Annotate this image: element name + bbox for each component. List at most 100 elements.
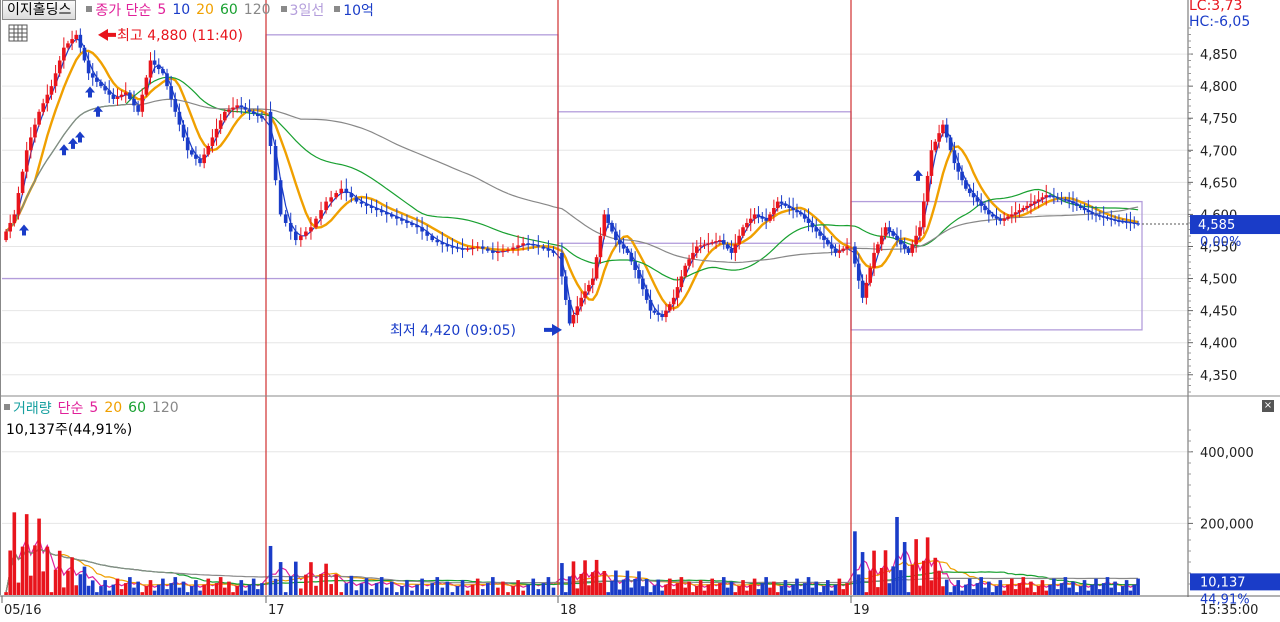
volume-bar	[783, 580, 788, 595]
signal-arrow-icon	[75, 131, 85, 143]
volume-bar	[156, 584, 161, 595]
candle-body	[598, 235, 603, 258]
volume-title[interactable]: 거래량	[13, 398, 52, 418]
volume-bar	[887, 583, 892, 595]
candle-body	[621, 244, 626, 249]
volume-bar	[227, 581, 231, 595]
candle-body	[148, 60, 153, 78]
volume-bar	[161, 578, 165, 595]
volume-bar	[891, 566, 895, 595]
vol-ma-60-label[interactable]: 60	[128, 400, 146, 416]
volume-bar	[177, 587, 182, 595]
candle-body	[334, 193, 339, 198]
volume-bar	[902, 542, 907, 595]
volume-bar	[895, 516, 899, 595]
close-panel-icon[interactable]: ×	[1262, 400, 1274, 412]
volume-bar	[641, 586, 645, 595]
volume-bar	[1021, 577, 1026, 595]
volume-bar	[1052, 578, 1056, 595]
price-tick-label: 4,450	[1200, 305, 1237, 320]
volume-bar	[128, 577, 132, 595]
volume-bar	[1025, 587, 1029, 595]
volume-bar	[268, 545, 273, 595]
volume-bar	[694, 586, 699, 595]
candle-body	[470, 247, 475, 249]
volume-bar	[78, 574, 83, 595]
volume-bar	[810, 587, 815, 595]
volume-bar	[152, 590, 157, 595]
volume-bar	[710, 578, 715, 595]
stock-name-button[interactable]: 이지홀딩스	[2, 0, 77, 20]
volume-bar	[818, 592, 822, 595]
candle-body	[664, 310, 668, 318]
vol-ma-5-label[interactable]: 5	[89, 400, 98, 416]
volume-ma-title: 단순	[57, 401, 84, 417]
ma-60-label[interactable]: 60	[220, 2, 238, 18]
vol-ma-120-label[interactable]: 120	[152, 400, 179, 416]
candle-body	[899, 240, 903, 245]
volume-bar	[741, 580, 745, 595]
candle-body	[293, 231, 298, 241]
candle-body	[165, 73, 169, 87]
candle-body	[425, 231, 429, 236]
candle-body	[455, 247, 460, 249]
volume-bar	[339, 592, 344, 595]
ma-10-label[interactable]: 10	[172, 2, 190, 18]
volume-bar	[1059, 583, 1064, 595]
volume-bar	[668, 578, 672, 595]
volume-bar	[841, 589, 846, 595]
candle-body	[563, 276, 568, 300]
candle-body	[379, 210, 384, 213]
table-view-icon[interactable]	[8, 24, 28, 42]
band-label[interactable]: 3일선	[290, 0, 325, 20]
volume-bar	[637, 571, 641, 595]
candle-body	[571, 314, 576, 324]
candle-body	[602, 214, 607, 236]
candle-body	[629, 252, 634, 262]
candle-body	[395, 216, 399, 219]
volume-bar	[679, 577, 684, 595]
low-annotation: 최저 4,420 (09:05)	[390, 323, 516, 339]
volume-bar	[937, 570, 941, 595]
current-volume-label: 10,137	[1200, 575, 1246, 590]
volume-bar	[1032, 592, 1037, 595]
price-tick-label: 4,800	[1200, 80, 1237, 95]
volume-bar	[185, 592, 190, 595]
volume-bar	[829, 590, 834, 595]
stock-chart[interactable]: 4,8504,8004,7504,7004,6504,6004,5504,500…	[0, 0, 1280, 622]
candle-body	[324, 201, 328, 211]
volume-bar	[606, 592, 610, 595]
unit-label[interactable]: 10억	[343, 0, 374, 20]
candle-body	[1052, 196, 1056, 198]
volume-bar	[967, 578, 972, 595]
candle-body	[648, 299, 653, 311]
candle-body	[845, 246, 849, 249]
candle-body	[625, 248, 630, 253]
candle-body	[256, 113, 260, 117]
volume-bar	[1124, 580, 1129, 595]
volume-bar	[1132, 584, 1137, 595]
candle-body	[606, 214, 610, 223]
candle-body	[430, 235, 435, 241]
volume-bar	[787, 590, 792, 595]
candle-body	[33, 124, 37, 138]
ma-5-label[interactable]: 5	[157, 2, 166, 18]
volume-bar	[364, 578, 369, 595]
band-box	[265, 34, 559, 280]
lc-readout: LC:3,73	[1189, 0, 1243, 14]
candle-body	[937, 133, 941, 142]
volume-bar	[111, 584, 116, 595]
vol-ma-20-label[interactable]: 20	[104, 400, 122, 416]
volume-bar	[721, 577, 726, 595]
volume-bar	[876, 587, 880, 595]
volume-bar	[260, 583, 264, 595]
volume-bar	[103, 580, 107, 595]
volume-bar	[415, 584, 419, 595]
volume-bar	[837, 578, 842, 595]
ma-120-label[interactable]: 120	[244, 2, 271, 18]
candle-body	[729, 248, 734, 253]
ma-20-label[interactable]: 20	[196, 2, 214, 18]
volume-bar-series	[4, 512, 1140, 595]
low-marker-arrow-icon	[544, 323, 562, 336]
signal-arrow-icon	[68, 137, 78, 149]
